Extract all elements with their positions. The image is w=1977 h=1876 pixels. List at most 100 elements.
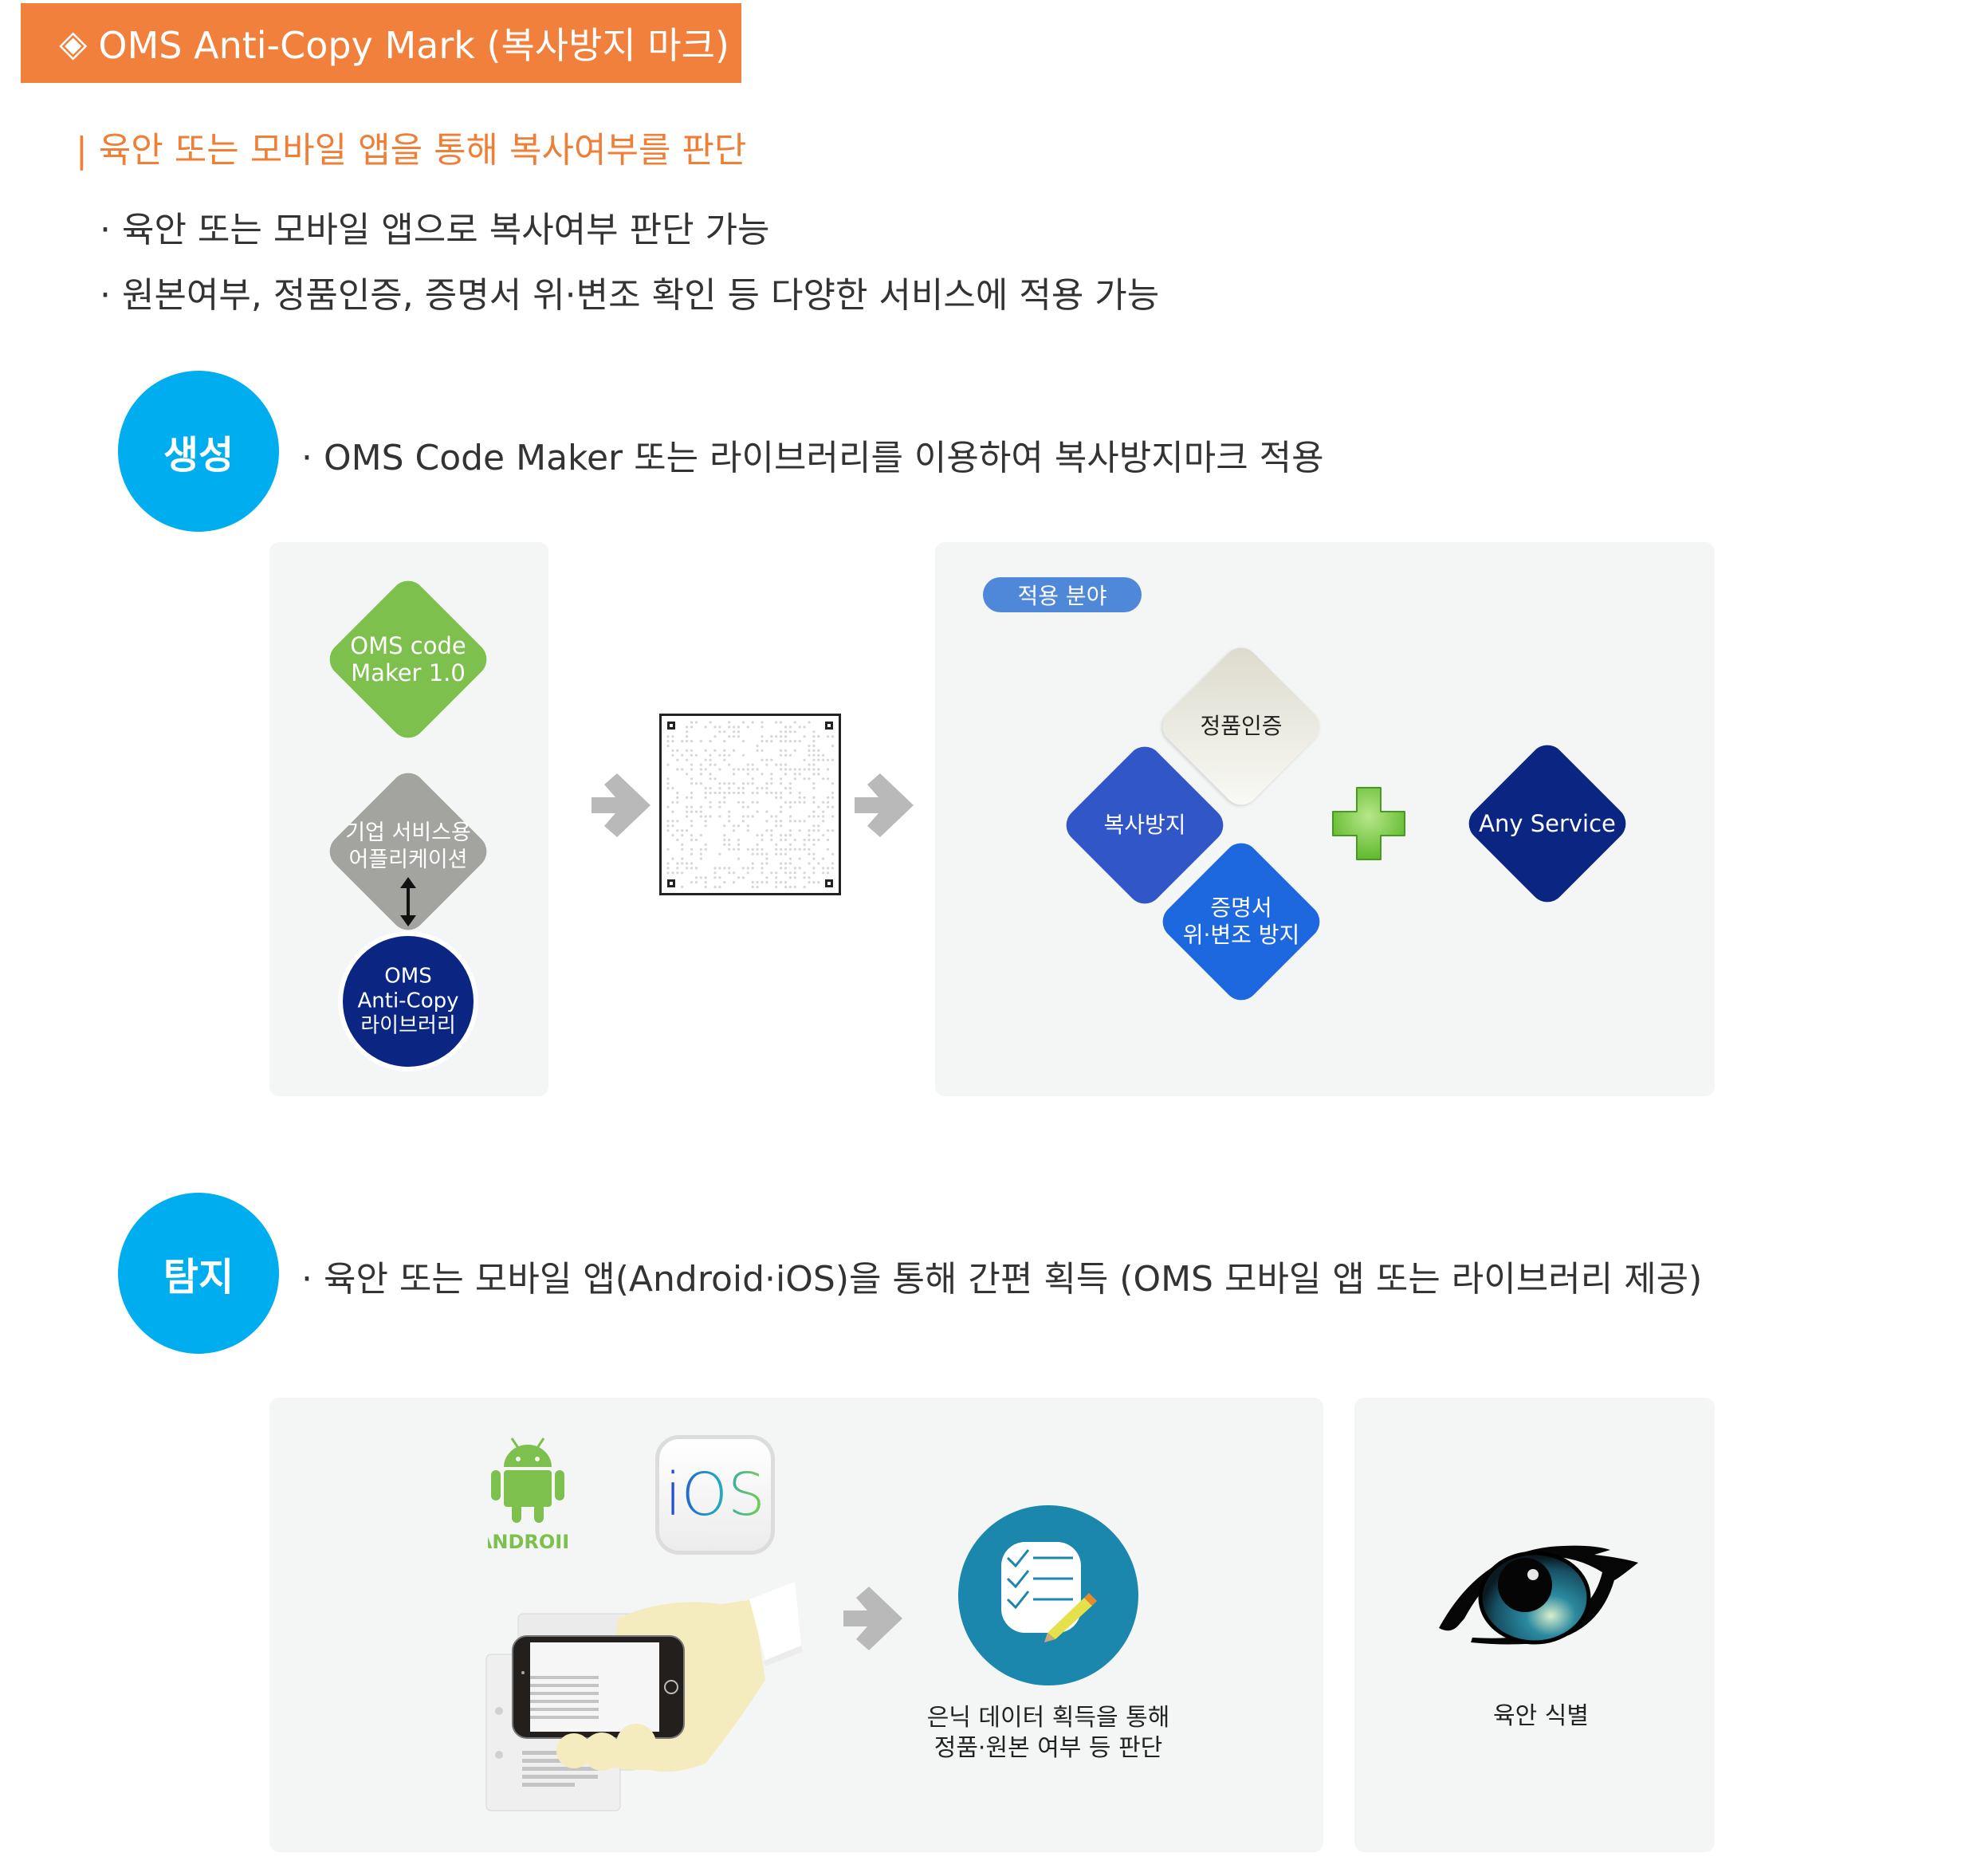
pattern-dot xyxy=(798,829,801,832)
pattern-dot xyxy=(713,749,717,752)
pattern-dot xyxy=(718,852,721,855)
pattern-dot xyxy=(761,726,764,729)
pattern-dot xyxy=(803,800,806,804)
pattern-dot xyxy=(765,876,768,879)
pattern-dot xyxy=(822,758,825,761)
pattern-dot xyxy=(671,787,674,790)
pattern-dot xyxy=(793,838,796,842)
pattern-dot xyxy=(690,740,694,743)
pattern-dot xyxy=(690,834,694,837)
pattern-dot xyxy=(756,848,759,851)
pattern-dot xyxy=(666,829,670,832)
pattern-dot xyxy=(780,753,783,757)
pattern-dot xyxy=(676,871,679,875)
pattern-dot xyxy=(812,768,816,771)
pattern-dot xyxy=(812,871,816,875)
pattern-dot xyxy=(788,787,792,790)
pattern-dot xyxy=(784,753,788,757)
pattern-dot xyxy=(718,726,721,729)
pattern-dot xyxy=(798,800,801,804)
pattern-dot xyxy=(751,782,754,785)
pattern-dot xyxy=(761,838,764,842)
pattern-dot xyxy=(751,862,754,865)
pattern-dot xyxy=(704,881,707,884)
pattern-dot xyxy=(666,735,670,738)
pattern-dot xyxy=(690,796,694,799)
pattern-dot xyxy=(784,838,788,842)
pattern-dot xyxy=(751,885,754,889)
pattern-dot xyxy=(808,744,811,748)
pattern-dot xyxy=(803,768,806,771)
pattern-dot xyxy=(699,834,702,837)
pattern-dot xyxy=(699,768,702,771)
pattern-dot xyxy=(808,862,811,865)
pattern-dot xyxy=(761,735,764,738)
label-line: 어플리케이션 xyxy=(348,848,468,872)
pattern-dot xyxy=(713,876,717,879)
pattern-dot xyxy=(808,777,811,781)
pattern-dot xyxy=(817,829,820,832)
pattern-dot xyxy=(666,867,670,870)
pattern-dot xyxy=(775,885,778,889)
pattern-dot xyxy=(803,796,806,799)
pattern-dot xyxy=(704,815,707,818)
pattern-dot xyxy=(751,852,754,855)
pattern-dot xyxy=(686,867,689,870)
pattern-dot xyxy=(686,758,689,761)
pattern-dot xyxy=(728,838,731,842)
pattern-dot xyxy=(704,848,707,851)
pattern-dot xyxy=(709,787,712,790)
pattern-dot xyxy=(704,749,707,752)
pattern-dot xyxy=(775,848,778,851)
pattern-dot xyxy=(817,753,820,757)
pattern-dot xyxy=(681,862,684,865)
pattern-dot xyxy=(746,782,749,785)
pattern-dot xyxy=(770,740,773,743)
pattern-dot xyxy=(733,848,736,851)
checklist-icon xyxy=(1001,1542,1097,1642)
pattern-dot xyxy=(812,787,816,790)
pattern-dot xyxy=(775,763,778,766)
pattern-dot xyxy=(709,800,712,804)
pattern-dot xyxy=(798,857,801,860)
pattern-dot xyxy=(704,796,707,799)
pattern-dot xyxy=(681,753,684,757)
pattern-dot xyxy=(793,867,796,870)
pattern-dot xyxy=(812,773,816,776)
pattern-dot xyxy=(690,824,694,828)
pattern-dot xyxy=(704,885,707,889)
pattern-dot xyxy=(765,881,768,884)
pattern-dot xyxy=(765,862,768,865)
pattern-dot xyxy=(746,829,749,832)
pattern-dot xyxy=(676,829,679,832)
pattern-dot xyxy=(765,787,768,790)
pattern-dot xyxy=(751,881,754,884)
pattern-dot xyxy=(713,763,717,766)
pattern-dot xyxy=(718,791,721,795)
pattern-dot xyxy=(723,740,726,743)
pattern-dot xyxy=(741,721,745,724)
pattern-dot xyxy=(812,749,816,752)
pattern-dot xyxy=(827,796,830,799)
pattern-dot xyxy=(812,815,816,818)
pattern-dot xyxy=(681,857,684,860)
pattern-dot xyxy=(686,796,689,799)
pattern-dot xyxy=(737,838,741,842)
pattern-dot xyxy=(775,871,778,875)
pattern-dot xyxy=(788,791,792,795)
pattern-dot xyxy=(690,777,694,781)
pattern-dot xyxy=(793,730,796,733)
pattern-dot xyxy=(741,815,745,818)
pattern-dot xyxy=(713,871,717,875)
pattern-dot xyxy=(808,768,811,771)
pattern-dot xyxy=(812,843,816,846)
pattern-dot xyxy=(690,782,694,785)
pattern-dot xyxy=(723,730,726,733)
pattern-dot xyxy=(718,805,721,808)
pattern-dot xyxy=(817,758,820,761)
pattern-dot xyxy=(761,773,764,776)
pattern-dot xyxy=(788,726,792,729)
pattern-dot xyxy=(817,881,820,884)
pattern-dot xyxy=(728,810,731,813)
pattern-dot xyxy=(827,867,830,870)
